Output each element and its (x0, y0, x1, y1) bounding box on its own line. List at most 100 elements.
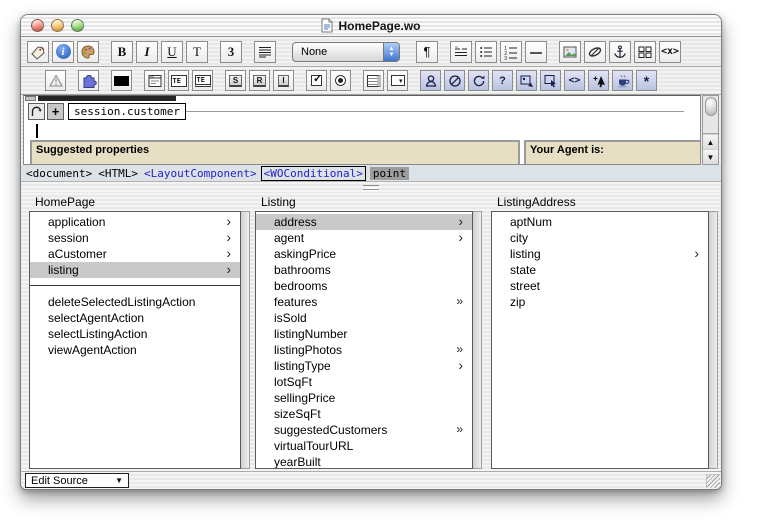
window-resize-grip[interactable] (706, 474, 720, 488)
reset-button-element[interactable]: R (249, 70, 270, 91)
input-button-element[interactable]: I (273, 70, 294, 91)
list-item[interactable]: yearBuilt (256, 454, 472, 469)
help-element-button[interactable]: ? (492, 70, 513, 91)
insert-image-button[interactable] (559, 41, 581, 63)
scroll-down-button[interactable]: ▼ (703, 149, 718, 164)
list-item[interactable]: askingPrice (256, 246, 472, 262)
list-item[interactable]: selectAgentAction (30, 310, 240, 326)
paragraph-style-popup[interactable]: None ▲▼ (292, 42, 400, 62)
list-item[interactable]: sellingPrice (256, 390, 472, 406)
splitter-grip-icon[interactable] (363, 185, 379, 190)
info-button[interactable]: i (52, 41, 74, 63)
person-element-button[interactable] (420, 70, 441, 91)
list-item[interactable]: listingNumber (256, 326, 472, 342)
teletype-button[interactable]: T (186, 41, 208, 63)
list-item[interactable]: isSold (256, 310, 472, 326)
column-scrollbar-track[interactable] (241, 211, 250, 469)
wo-tag-element-button[interactable]: <> (564, 70, 585, 91)
list-item[interactable]: listingPhotos» (256, 342, 472, 358)
scrollbar-thumb[interactable] (705, 97, 717, 116)
color-palette-button[interactable] (77, 41, 99, 63)
list-item[interactable]: city (492, 230, 708, 246)
list-item[interactable]: zip (492, 294, 708, 310)
image-person-element-button[interactable] (516, 70, 537, 91)
definition-list-button[interactable] (450, 41, 472, 63)
radio-button-icon (335, 75, 346, 86)
list-item[interactable]: suggestedCustomers» (256, 422, 472, 438)
radio-element-button[interactable] (330, 70, 351, 91)
minimize-button[interactable] (51, 19, 64, 32)
path-segment[interactable]: point (370, 167, 409, 180)
pointer-element-button[interactable] (588, 70, 609, 91)
edit-mode-popup[interactable]: Edit Source ▼ (25, 473, 129, 488)
italic-button[interactable]: I (136, 41, 158, 63)
list-item[interactable]: lotSqFt (256, 374, 472, 390)
list-item[interactable]: state (492, 262, 708, 278)
table-cell-your-agent[interactable]: Your Agent is: (524, 140, 701, 165)
text-field-button[interactable]: TE (168, 70, 189, 91)
vertical-scrollbar[interactable]: ▲ ▼ (702, 95, 719, 165)
loop-element-button[interactable] (468, 70, 489, 91)
list-item[interactable]: listing› (492, 246, 708, 262)
add-keypath-button[interactable]: + (47, 103, 64, 120)
list-item[interactable]: session› (30, 230, 240, 246)
list-item[interactable]: agent› (256, 230, 472, 246)
pen-nib-element-button[interactable] (444, 70, 465, 91)
java-element-button[interactable] (612, 70, 633, 91)
paragraph-button[interactable]: ¶ (416, 41, 438, 63)
column-scrollbar-track[interactable] (709, 211, 718, 469)
bullet-list-button[interactable] (475, 41, 497, 63)
trace-keypath-button[interactable] (28, 103, 45, 120)
editor-canvas[interactable]: + session.customer Suggested properties … (23, 95, 701, 165)
list-item[interactable]: selectListingAction (30, 326, 240, 342)
list-item[interactable]: address› (256, 214, 472, 230)
list-item[interactable]: virtualTourURL (256, 438, 472, 454)
column-scrollbar-track[interactable] (473, 211, 482, 469)
string-element-button[interactable] (111, 70, 132, 91)
validation-button[interactable] (45, 70, 66, 91)
alignment-button[interactable] (254, 41, 276, 63)
close-button[interactable] (31, 19, 44, 32)
list-item[interactable]: bathrooms (256, 262, 472, 278)
path-segment[interactable]: <LayoutComponent> (144, 167, 257, 180)
list-item[interactable]: aptNum (492, 214, 708, 230)
list-item[interactable]: viewAgentAction (30, 342, 240, 358)
zoom-button[interactable] (71, 19, 84, 32)
list-item[interactable]: street (492, 278, 708, 294)
frames-button[interactable] (634, 41, 656, 63)
heading-level-button[interactable]: 3 (220, 41, 242, 63)
anchor-button[interactable] (609, 41, 631, 63)
custom-tag-button[interactable]: <x> (659, 41, 681, 63)
list-item[interactable]: application› (30, 214, 240, 230)
list-item[interactable]: listingType› (256, 358, 472, 374)
tag-edit-button[interactable] (27, 41, 49, 63)
image-cursor-element-button[interactable] (540, 70, 561, 91)
underline-button[interactable]: U (161, 41, 183, 63)
custom-element-button[interactable]: * (636, 70, 657, 91)
list-item[interactable]: features» (256, 294, 472, 310)
pane-splitter[interactable] (21, 182, 721, 193)
list-item[interactable]: aCustomer› (30, 246, 240, 262)
horizontal-rule-button[interactable] (525, 41, 547, 63)
browser-element-button[interactable] (363, 70, 384, 91)
list-item[interactable]: deleteSelectedListingAction (30, 294, 240, 310)
scroll-up-button[interactable]: ▲ (703, 134, 718, 149)
table-cell-suggested-properties[interactable]: Suggested properties (30, 140, 520, 165)
path-segment[interactable]: <WOConditional> (261, 166, 366, 181)
keypath-field[interactable]: session.customer (68, 103, 186, 120)
hyperlink-button[interactable] (584, 41, 606, 63)
list-item[interactable]: sizeSqFt (256, 406, 472, 422)
component-button[interactable] (78, 70, 99, 91)
list-item[interactable]: bedrooms (256, 278, 472, 294)
bold-button[interactable]: B (111, 41, 133, 63)
submit-button-element[interactable]: S (225, 70, 246, 91)
popup-element-button[interactable]: ▾ (387, 70, 408, 91)
path-segment[interactable]: <document> (26, 167, 92, 180)
text-area-button[interactable]: TE (192, 70, 213, 91)
numbered-list-button[interactable]: 123 (500, 41, 522, 63)
form-button[interactable] (144, 70, 165, 91)
checkbox-element-button[interactable]: ✓ (306, 70, 327, 91)
window-titlebar[interactable]: HomePage.wo (21, 15, 721, 37)
list-item[interactable]: listing› (30, 262, 240, 278)
path-segment[interactable]: <HTML> (98, 167, 138, 180)
